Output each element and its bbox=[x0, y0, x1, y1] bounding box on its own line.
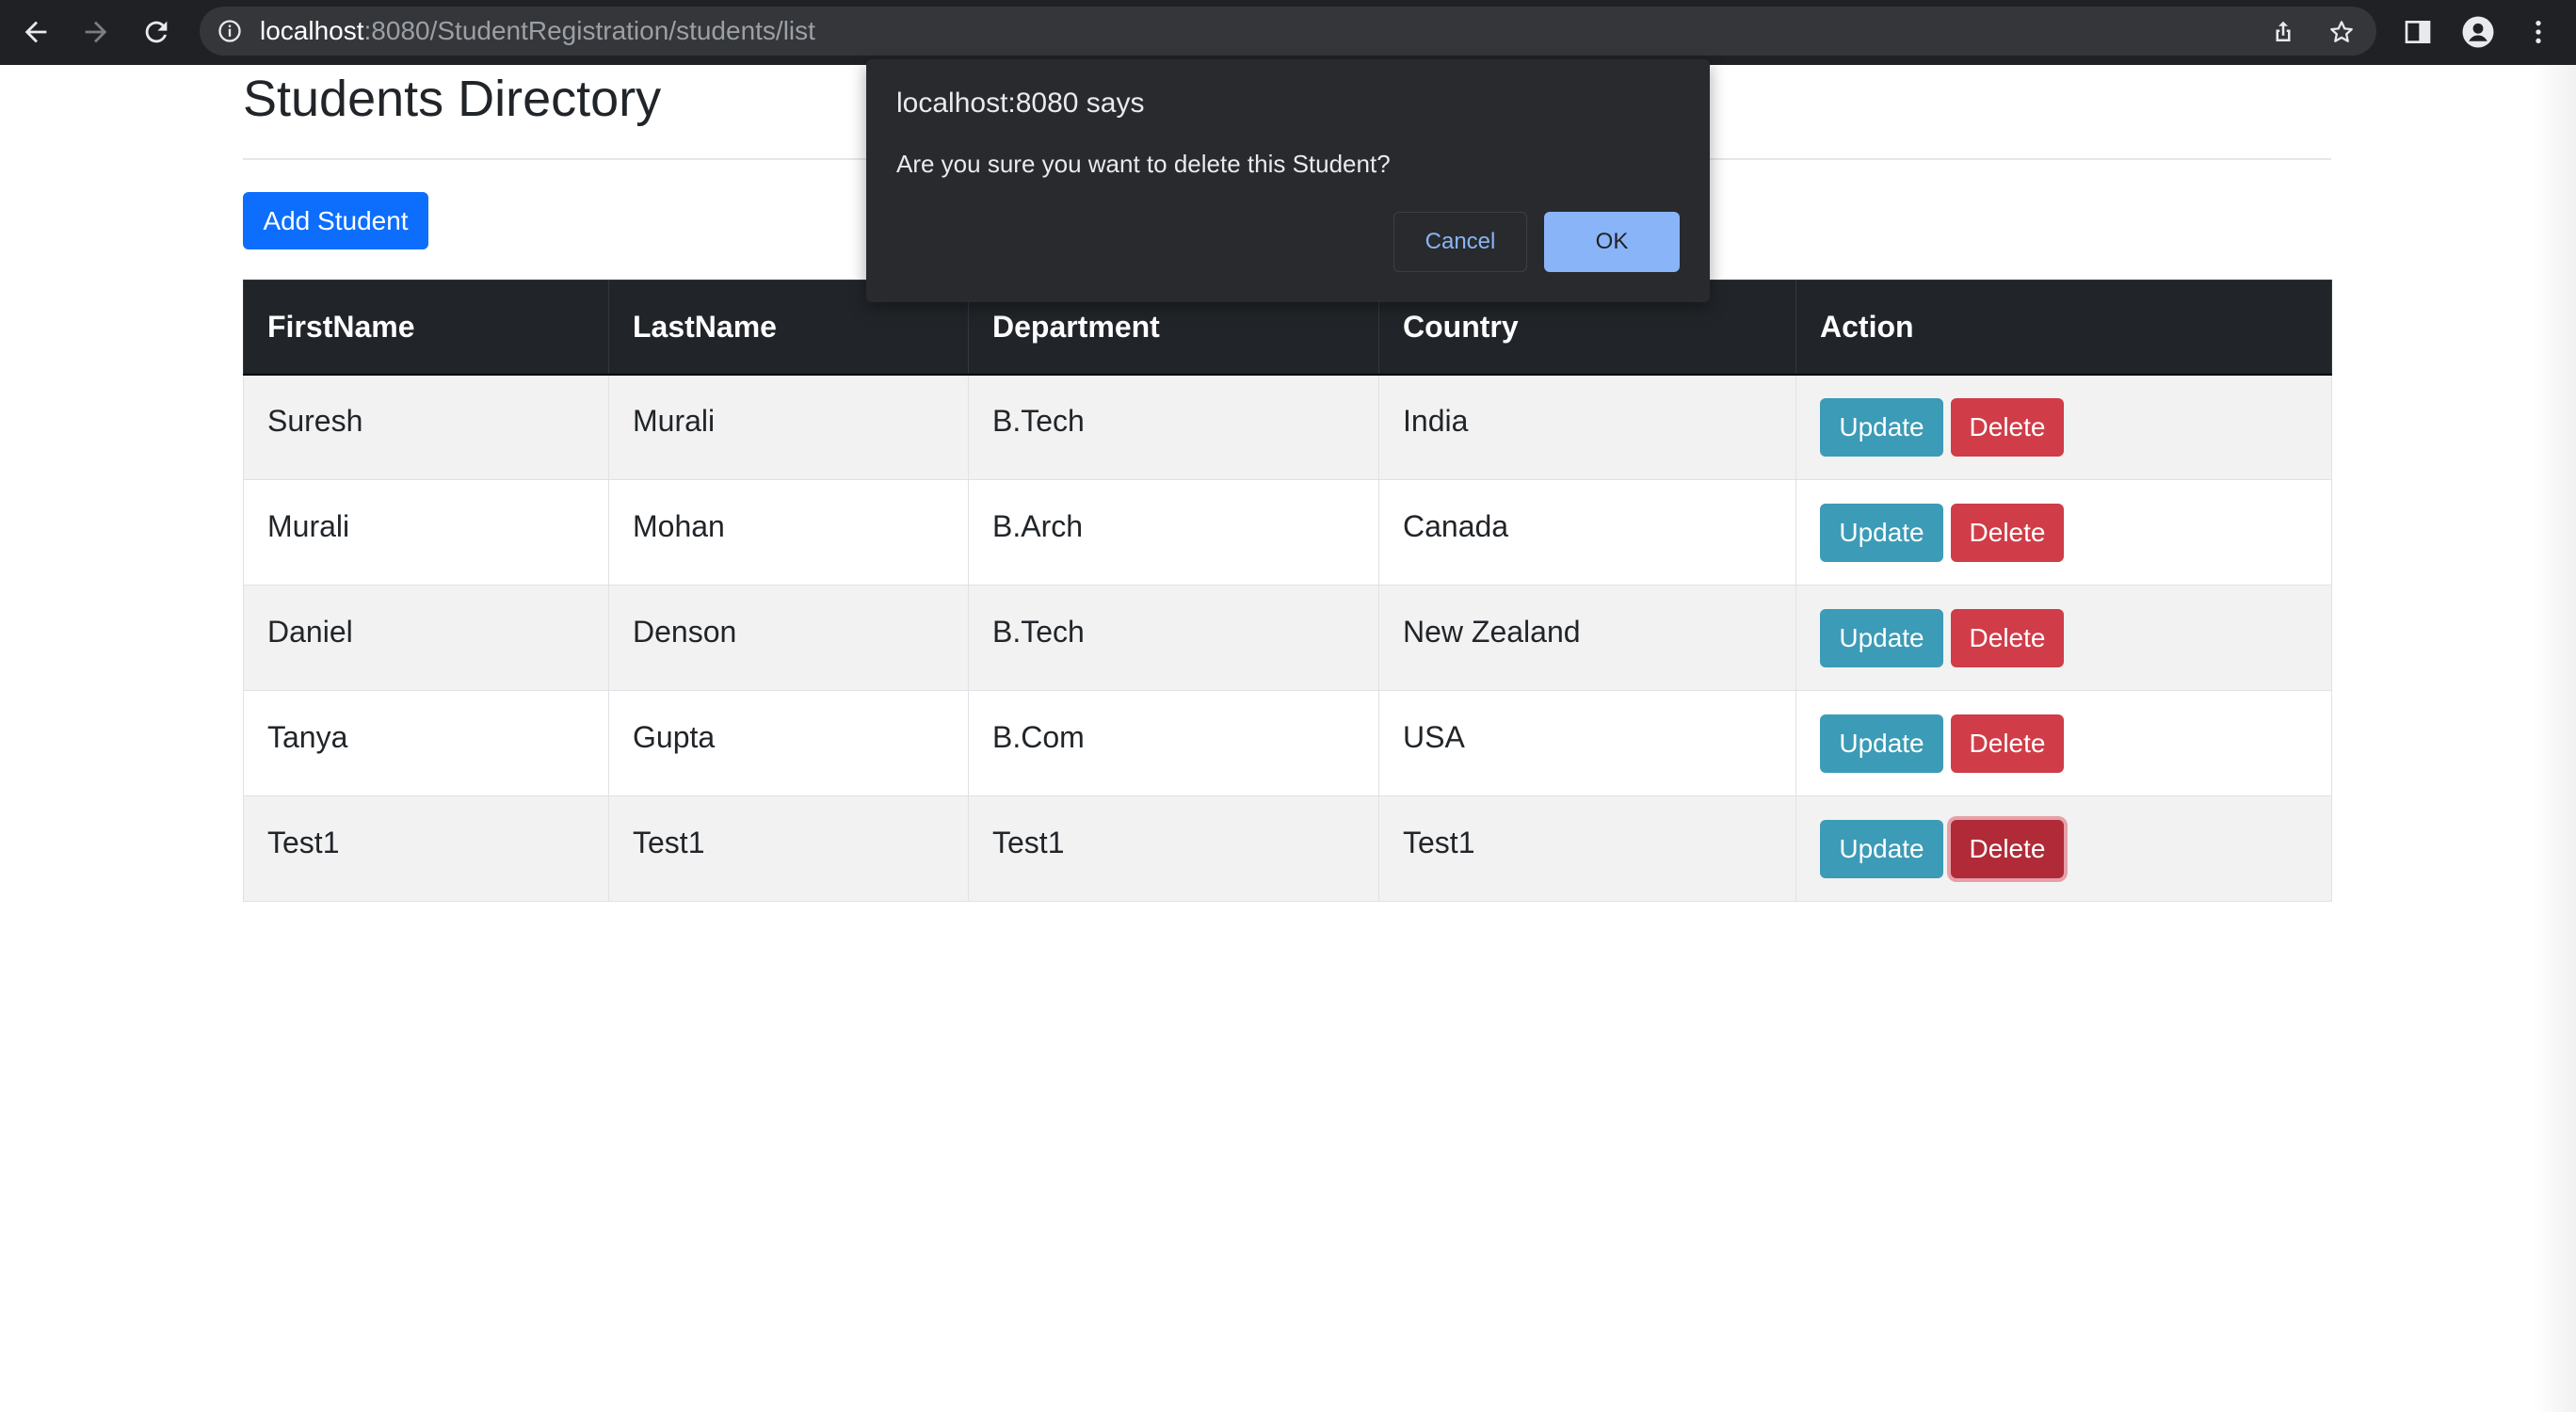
table-row: Suresh Murali B.Tech India Update Delete bbox=[243, 374, 2332, 480]
profile-icon[interactable] bbox=[2461, 15, 2495, 49]
dialog-message: Are you sure you want to delete this Stu… bbox=[896, 150, 1391, 178]
cell-country: USA bbox=[1378, 690, 1796, 796]
reload-icon[interactable] bbox=[137, 13, 175, 51]
update-button[interactable]: Update bbox=[1820, 714, 1943, 773]
delete-button[interactable]: Delete bbox=[1951, 503, 2064, 562]
cell-country: New Zealand bbox=[1378, 585, 1796, 691]
cell-firstname: Daniel bbox=[243, 585, 609, 691]
update-button[interactable]: Update bbox=[1820, 608, 1943, 667]
dialog-cancel-button[interactable]: Cancel bbox=[1393, 212, 1527, 272]
cell-department: B.Tech bbox=[968, 374, 1379, 480]
cell-firstname: Suresh bbox=[243, 374, 609, 480]
cell-department: B.Arch bbox=[968, 479, 1379, 586]
delete-button[interactable]: Delete bbox=[1951, 819, 2064, 878]
side-panel-icon[interactable] bbox=[2401, 15, 2435, 49]
star-icon[interactable] bbox=[2327, 18, 2356, 46]
dialog-title: localhost:8080 says bbox=[896, 88, 1145, 119]
info-icon[interactable] bbox=[217, 18, 243, 44]
update-button[interactable]: Update bbox=[1820, 397, 1943, 457]
delete-button[interactable]: Delete bbox=[1951, 608, 2064, 667]
dialog-ok-button[interactable]: OK bbox=[1544, 212, 1680, 272]
cell-firstname: Tanya bbox=[243, 690, 609, 796]
page-title: Students Directory bbox=[243, 71, 662, 127]
page-scrollbar[interactable] bbox=[2533, 65, 2576, 1412]
address-bar[interactable]: localhost:8080/StudentRegistration/stude… bbox=[200, 7, 2376, 56]
cell-firstname: Test1 bbox=[243, 795, 609, 902]
cell-firstname: Murali bbox=[243, 479, 609, 586]
cell-country: India bbox=[1378, 374, 1796, 480]
cell-lastname: Murali bbox=[608, 374, 969, 480]
cell-action: Update Delete bbox=[1795, 690, 2332, 796]
update-button[interactable]: Update bbox=[1820, 503, 1943, 562]
table-row: Test1 Test1 Test1 Test1 Update Delete bbox=[243, 795, 2332, 902]
update-button[interactable]: Update bbox=[1820, 819, 1943, 878]
url-host: localhost bbox=[260, 16, 364, 45]
students-table: FirstName LastName Department Country Ac… bbox=[243, 280, 2332, 902]
cell-action: Update Delete bbox=[1795, 479, 2332, 586]
cell-action: Update Delete bbox=[1795, 374, 2332, 480]
forward-arrow-icon[interactable] bbox=[77, 13, 115, 51]
back-arrow-icon[interactable] bbox=[17, 13, 55, 51]
cell-department: Test1 bbox=[968, 795, 1379, 902]
url-path: :8080/StudentRegistration/students/list bbox=[363, 16, 815, 45]
cell-action: Update Delete bbox=[1795, 585, 2332, 691]
url-text: localhost:8080/StudentRegistration/stude… bbox=[260, 7, 815, 56]
cell-lastname: Mohan bbox=[608, 479, 969, 586]
delete-button[interactable]: Delete bbox=[1951, 397, 2064, 457]
header-action: Action bbox=[1795, 280, 2332, 376]
share-icon[interactable] bbox=[2269, 18, 2297, 46]
cell-lastname: Denson bbox=[608, 585, 969, 691]
kebab-menu-icon[interactable] bbox=[2521, 15, 2555, 49]
table-row: Daniel Denson B.Tech New Zealand Update … bbox=[243, 585, 2332, 691]
cell-lastname: Test1 bbox=[608, 795, 969, 902]
cell-department: B.Tech bbox=[968, 585, 1379, 691]
confirm-dialog: localhost:8080 says Are you sure you wan… bbox=[866, 59, 1710, 302]
cell-lastname: Gupta bbox=[608, 690, 969, 796]
header-firstname: FirstName bbox=[243, 280, 609, 376]
cell-country: Test1 bbox=[1378, 795, 1796, 902]
table-row: Murali Mohan B.Arch Canada Update Delete bbox=[243, 479, 2332, 586]
cell-action: Update Delete bbox=[1795, 795, 2332, 902]
delete-button[interactable]: Delete bbox=[1951, 714, 2064, 773]
cell-country: Canada bbox=[1378, 479, 1796, 586]
browser-toolbar: localhost:8080/StudentRegistration/stude… bbox=[0, 0, 2576, 65]
add-student-button[interactable]: Add Student bbox=[243, 192, 428, 249]
cell-department: B.Com bbox=[968, 690, 1379, 796]
table-row: Tanya Gupta B.Com USA Update Delete bbox=[243, 690, 2332, 796]
